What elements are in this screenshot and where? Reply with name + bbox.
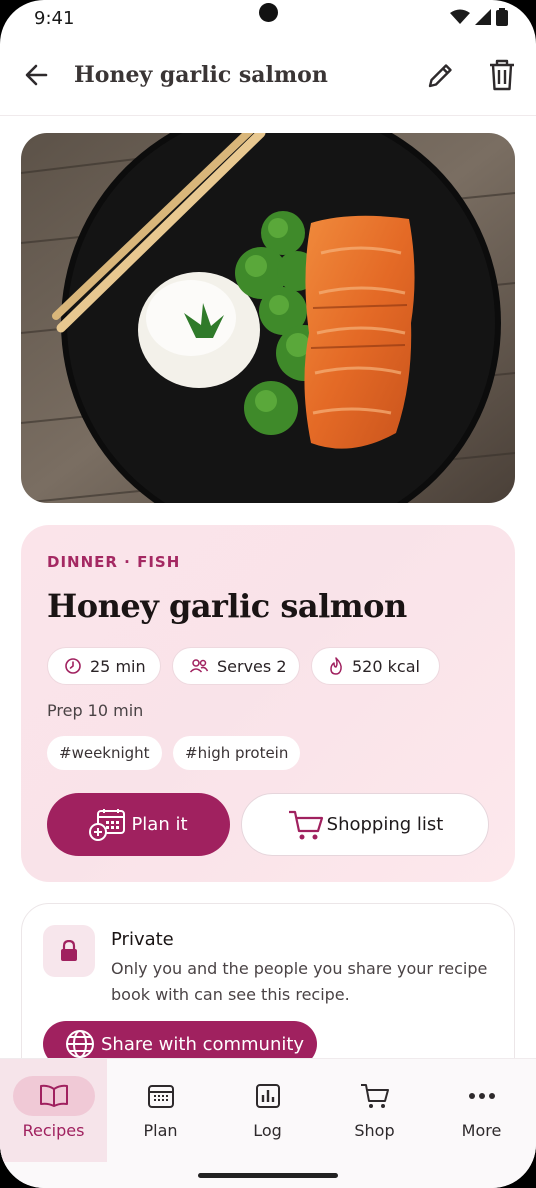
gesture-bar[interactable] (198, 1173, 338, 1178)
nav-item-more[interactable]: More (428, 1059, 535, 1162)
phone-screen: 9:41 Honey garlic salmon DINNER · FISH H… (0, 0, 536, 1188)
status-time: 9:41 (34, 8, 75, 29)
calories-chip: 520 kcal (311, 647, 440, 685)
calendar-icon (147, 1085, 174, 1108)
nav-indicator (12, 1076, 95, 1116)
nav-label-log: Log (253, 1121, 282, 1140)
recipe-title: Honey garlic salmon (47, 587, 407, 625)
tag-chip[interactable]: #weeknight (47, 736, 162, 770)
plan-it-button[interactable]: Plan it (47, 793, 230, 856)
plan-it-label: Plan it (131, 814, 188, 835)
people-icon (189, 659, 209, 673)
edit-pencil-icon[interactable] (424, 60, 456, 92)
nav-item-plan[interactable]: Plan (107, 1059, 214, 1162)
back-arrow-icon[interactable] (22, 60, 52, 90)
recipe-info-card: DINNER · FISH Honey garlic salmon 25 min… (21, 525, 515, 882)
lock-icon (61, 940, 77, 961)
prep-time: Prep 10 min (47, 701, 144, 720)
shopping-list-label: Shopping list (326, 814, 444, 835)
cart-icon (288, 810, 323, 839)
nav-item-log[interactable]: Log (214, 1059, 321, 1162)
trash-icon[interactable] (486, 58, 518, 92)
shopping-list-button[interactable]: Shopping list (241, 793, 489, 856)
privacy-description: Only you and the people you share your r… (111, 959, 488, 1004)
bottom-navigation: Recipes Plan Log Shop More (0, 1058, 536, 1188)
lock-badge (43, 925, 95, 977)
calendar-add-icon (89, 808, 126, 841)
book-icon (39, 1084, 68, 1107)
clock-icon (65, 658, 81, 674)
time-chip-label: 25 min (90, 656, 146, 676)
salmon-plate-illustration (21, 133, 515, 503)
cart-icon (360, 1084, 389, 1108)
nav-item-recipes[interactable]: Recipes (0, 1059, 107, 1162)
app-bar: Honey garlic salmon (0, 40, 536, 116)
wifi-icon (450, 9, 470, 24)
serves-chip-label: Serves 2 (217, 656, 287, 676)
serves-chip: Serves 2 (172, 647, 300, 685)
signal-icon (475, 9, 491, 25)
nav-label-recipes: Recipes (22, 1121, 85, 1140)
globe-icon (66, 1030, 94, 1058)
nav-label-shop: Shop (354, 1121, 395, 1140)
nav-item-shop[interactable]: Shop (321, 1059, 428, 1162)
battery-icon (496, 8, 508, 26)
camera-cutout (259, 3, 278, 22)
more-icon (468, 1093, 495, 1099)
share-with-community-label: Share with community (101, 1033, 305, 1055)
nav-label-plan: Plan (143, 1121, 178, 1140)
recipe-category: DINNER · FISH (47, 553, 181, 571)
calories-chip-label: 520 kcal (352, 656, 420, 676)
time-chip: 25 min (47, 647, 161, 685)
recipe-photo (21, 133, 515, 503)
privacy-title: Private (111, 929, 174, 950)
flame-icon (330, 657, 342, 675)
tag-chip[interactable]: #high protein (173, 736, 301, 770)
status-icons (450, 8, 508, 26)
status-bar: 9:41 (0, 0, 536, 40)
chart-icon (255, 1084, 280, 1108)
nav-label-more: More (461, 1121, 502, 1140)
app-bar-title: Honey garlic salmon (74, 62, 328, 88)
